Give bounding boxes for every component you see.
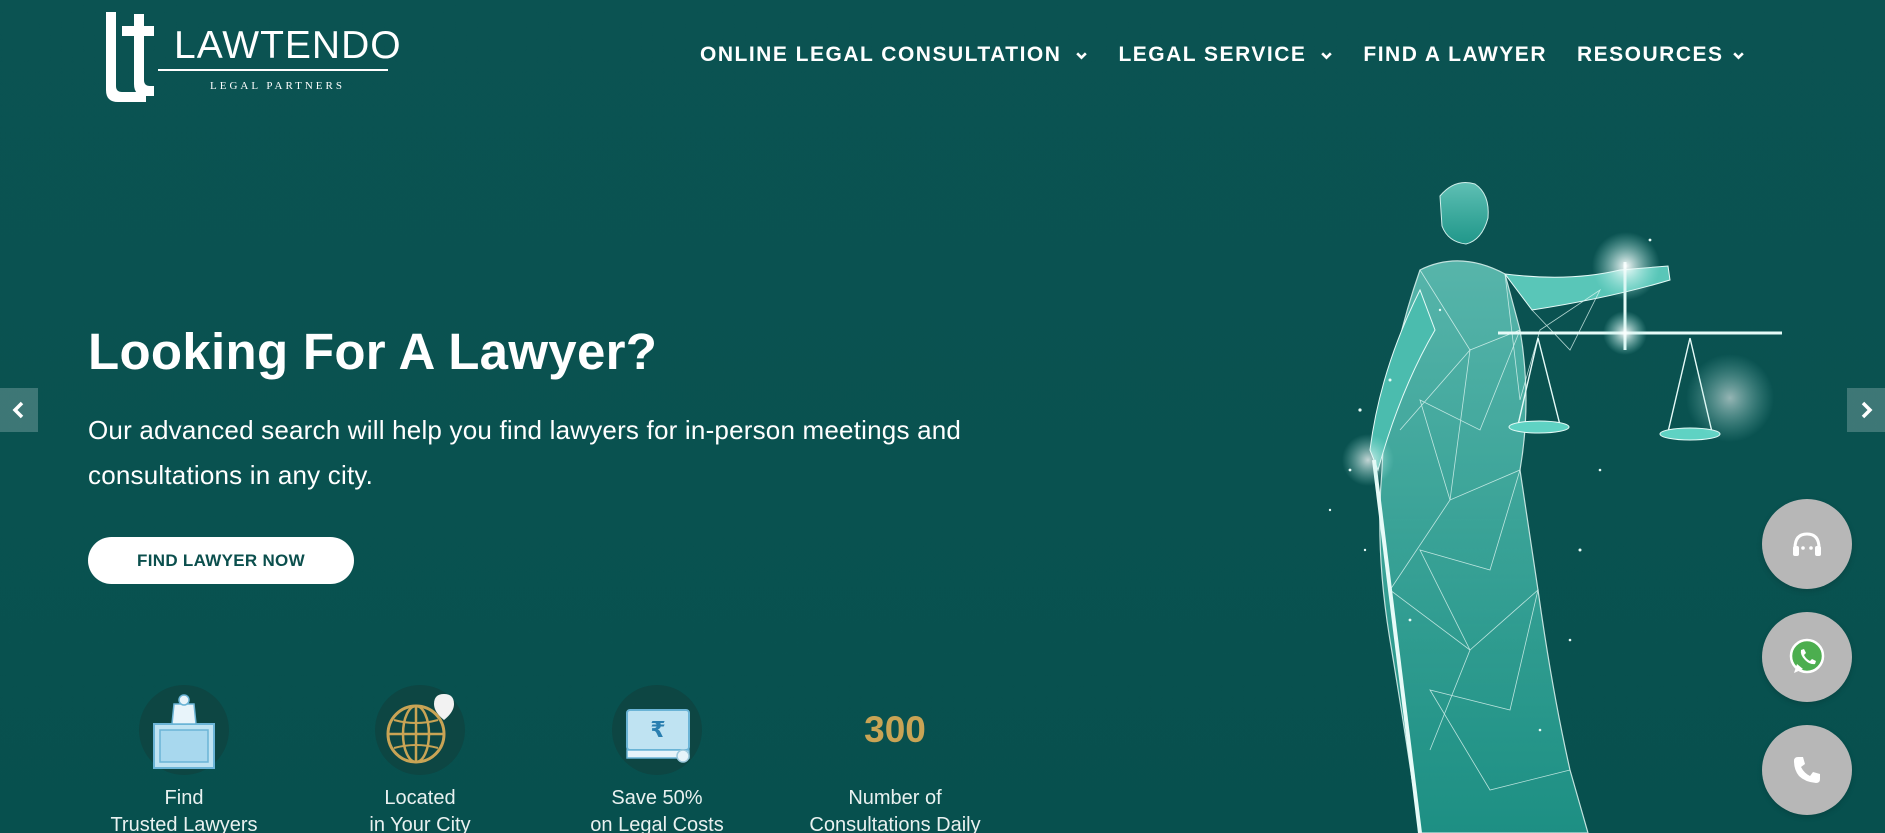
chevron-down-icon [1076, 51, 1088, 60]
chevron-down-icon [1321, 51, 1333, 60]
nav-item-label: FIND A LAWYER [1363, 43, 1547, 66]
feature-consultations-daily: 300 Number of Consultations Daily [775, 685, 1015, 833]
feature-save-legal-costs: ₹ Save 50% on Legal Costs [537, 685, 777, 833]
brand-name: LAWTENDO [174, 24, 402, 67]
nav-resources[interactable]: RESOURCES [1577, 43, 1745, 67]
slider-next-button[interactable] [1847, 388, 1885, 432]
svg-text:₹: ₹ [650, 718, 665, 743]
feature-label: Number of Consultations Daily [809, 787, 981, 833]
feature-label: Save 50% on Legal Costs [590, 787, 724, 833]
whatsapp-icon [1789, 638, 1825, 674]
feature-label: Located in Your City [369, 787, 471, 833]
rupee-bill-icon: ₹ [612, 685, 702, 775]
globe-pin-icon [375, 685, 465, 775]
hero-subtitle: Our advanced search will help you find l… [88, 415, 962, 490]
call-button[interactable] [1762, 725, 1852, 815]
lady-justice-illustration [1328, 182, 1782, 833]
consultations-count: 300 [864, 709, 926, 750]
feature-label: Find Trusted Lawyers [110, 787, 258, 833]
chevron-down-icon [1732, 51, 1744, 60]
feature-located-in-your-city: Located in Your City [300, 685, 540, 833]
nav-item-label: ONLINE LEGAL CONSULTATION [700, 43, 1062, 66]
hero-title: Looking For A Lawyer? [88, 323, 658, 380]
support-button[interactable] [1762, 499, 1852, 589]
brand-logo[interactable]: LAWTENDO LEGAL PARTNERS [88, 10, 401, 106]
chevron-right-icon [1861, 401, 1873, 419]
whatsapp-button[interactable] [1762, 612, 1852, 702]
phone-icon [1794, 757, 1820, 783]
slider-prev-button[interactable] [0, 388, 38, 432]
nav-item-label: LEGAL SERVICE [1118, 43, 1307, 66]
brand-tagline: LEGAL PARTNERS [210, 80, 345, 92]
nav-legal-service[interactable]: LEGAL SERVICE [1118, 43, 1333, 67]
find-lawyer-now-button[interactable]: FIND LAWYER NOW [88, 537, 354, 584]
support-headset-icon [1793, 532, 1821, 556]
main-nav: ONLINE LEGAL CONSULTATION LEGAL SERVICE … [700, 40, 1745, 70]
chevron-left-icon [12, 401, 24, 419]
nav-find-a-lawyer[interactable]: FIND A LAWYER [1363, 43, 1547, 67]
lawyer-desk-icon [139, 685, 229, 775]
nav-online-legal-consultation[interactable]: ONLINE LEGAL CONSULTATION [700, 43, 1088, 67]
feature-find-trusted-lawyers: Find Trusted Lawyers [64, 685, 304, 833]
nav-item-label: RESOURCES [1576, 43, 1724, 66]
